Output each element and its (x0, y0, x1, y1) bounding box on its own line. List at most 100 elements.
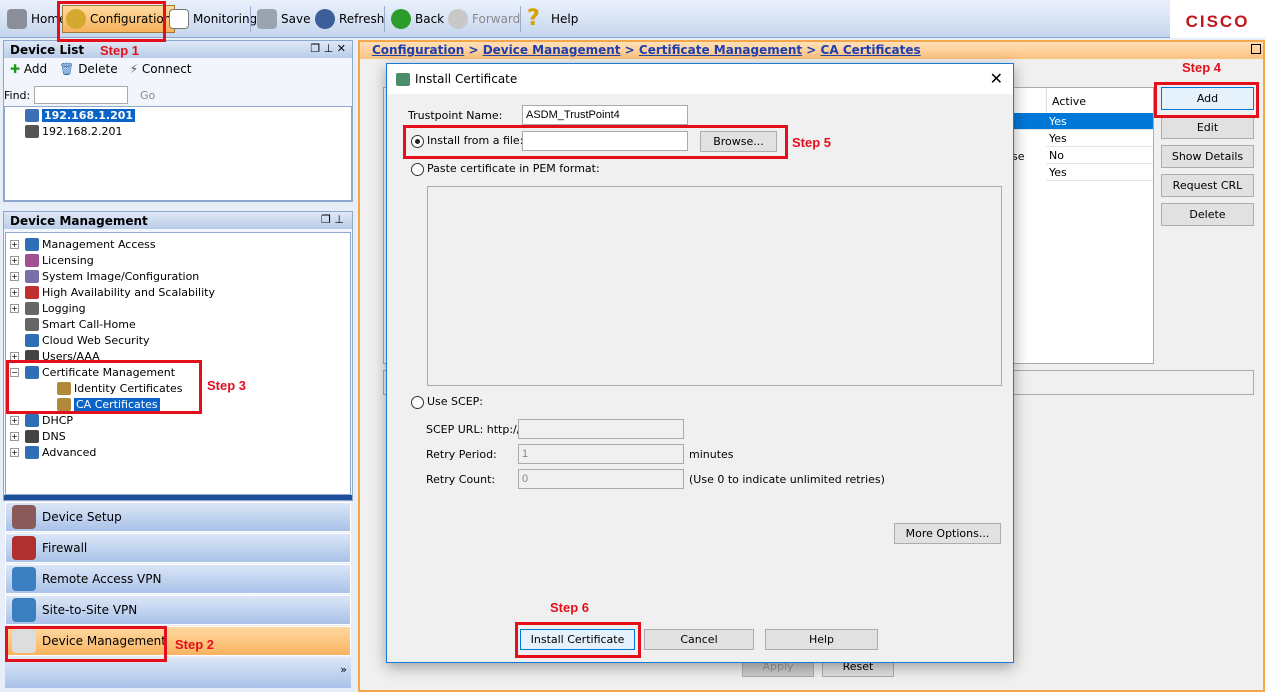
edit-button[interactable]: Edit (1161, 116, 1254, 139)
expand-icon[interactable]: + (10, 287, 19, 297)
breadcrumb-link[interactable]: CA Certificates (821, 43, 921, 57)
tree-node-icon (25, 413, 39, 427)
pem-textarea[interactable] (427, 186, 1002, 386)
nav-icon (12, 598, 36, 622)
tree-item[interactable]: + Licensing (10, 252, 94, 268)
step2-label: Step 2 (175, 637, 215, 652)
nav-icon (12, 536, 36, 560)
more-options-button[interactable]: More Options... (894, 523, 1001, 544)
more-nav-button[interactable]: » (340, 663, 347, 676)
connect-button[interactable]: ⚡ Connect (130, 62, 192, 76)
step3-label: Step 3 (207, 378, 247, 393)
monitoring-button[interactable]: Monitoring (166, 5, 260, 33)
tree-item[interactable]: + DHCP (10, 412, 73, 428)
device-list-header: Device List (4, 41, 352, 58)
help-dialog-button[interactable]: Help (765, 629, 878, 650)
tree-item[interactable]: Cloud Web Security (10, 332, 150, 348)
tree-item[interactable]: + Management Access (10, 236, 156, 252)
breadcrumb-link[interactable]: Configuration (372, 43, 464, 57)
tree-item[interactable]: + Logging (10, 300, 86, 316)
table-row[interactable]: Yes (1046, 130, 1153, 147)
delete-button[interactable]: Delete (1161, 203, 1254, 226)
find-label: Find: (4, 89, 31, 102)
nav-icon (12, 505, 36, 529)
maximize-icon[interactable] (1251, 44, 1261, 54)
radio-icon (411, 162, 424, 176)
tree-item[interactable]: + DNS (10, 428, 66, 444)
expand-icon[interactable]: + (10, 255, 19, 265)
step6-highlight (515, 622, 641, 658)
column-header-active[interactable]: Active (1046, 88, 1153, 113)
panel-controls-icon[interactable]: ❐ ⊥ ✕ (310, 42, 346, 55)
tree-item[interactable]: Smart Call-Home (10, 316, 136, 332)
show-details-button[interactable]: Show Details (1161, 145, 1254, 168)
nav-footer: » (5, 658, 351, 688)
tree-node-icon (25, 429, 39, 443)
breadcrumb: Configuration > Device Management > Cert… (360, 42, 1263, 59)
trustpoint-name-input[interactable] (522, 105, 688, 125)
paste-pem-radio[interactable]: Paste certificate in PEM format: (411, 162, 600, 176)
save-button[interactable]: Save (254, 5, 313, 33)
tree-item[interactable]: + System Image/Configuration (10, 268, 199, 284)
back-arrow-icon (391, 9, 411, 29)
nav-icon (12, 567, 36, 591)
breadcrumb-link[interactable]: Device Management (483, 43, 621, 57)
step4-label: Step 4 (1182, 60, 1222, 75)
help-button[interactable]: ? Help (524, 5, 581, 33)
panel-controls-icon[interactable]: ❐ ⊥ (321, 213, 344, 226)
expand-icon[interactable]: + (10, 239, 19, 249)
request-crl-button[interactable]: Request CRL (1161, 174, 1254, 197)
floppy-disk-icon (257, 9, 277, 29)
table-row[interactable]: Yes (1046, 164, 1153, 181)
step6-label: Step 6 (550, 600, 590, 615)
trustpoint-label: Trustpoint Name: (408, 109, 503, 122)
splitter-handle[interactable] (4, 495, 352, 500)
step5-label: Step 5 (792, 135, 832, 150)
tree-node-icon (25, 301, 39, 315)
device-tree: 192.168.1.201 192.168.2.201 (4, 106, 352, 201)
device-management-panel: Device Management ❐ ⊥ + Management Access… (3, 211, 353, 501)
breadcrumb-link[interactable]: Certificate Management (639, 43, 802, 57)
use-scep-radio[interactable]: Use SCEP: (411, 395, 483, 409)
tree-item[interactable]: + High Availability and Scalability (10, 284, 215, 300)
scep-url-input[interactable] (518, 419, 684, 439)
retry-count-input[interactable] (518, 469, 684, 489)
expand-icon[interactable]: + (10, 415, 19, 425)
expand-icon[interactable]: + (10, 303, 19, 313)
nav-site-to-site-vpn[interactable]: Site-to-Site VPN (5, 595, 351, 625)
go-button[interactable]: Go (140, 89, 155, 102)
retry-count-label: Retry Count: (426, 473, 496, 486)
step5-highlight (403, 125, 788, 159)
expand-icon[interactable]: + (10, 431, 19, 441)
forward-button[interactable]: Forward (445, 5, 523, 33)
monitoring-chart-icon (169, 9, 189, 29)
device-item[interactable]: 192.168.1.201 (25, 107, 136, 123)
radio-icon (411, 395, 424, 409)
device-item[interactable]: 192.168.2.201 (25, 123, 122, 139)
tree-node-icon (25, 269, 39, 283)
tree-item[interactable]: + Advanced (10, 444, 96, 460)
plus-icon: ✚ (10, 62, 21, 76)
table-row[interactable]: No (1046, 147, 1153, 164)
add-device-button[interactable]: ✚ Add (10, 62, 47, 76)
expand-icon[interactable]: + (10, 271, 19, 281)
scep-url-label: SCEP URL: http:// (426, 423, 521, 436)
dialog-title: Install Certificate (415, 72, 518, 86)
nav-firewall[interactable]: Firewall (5, 533, 351, 563)
trash-icon: 🗑 (59, 62, 75, 76)
table-row[interactable]: Yes (1000, 113, 1153, 130)
refresh-button[interactable]: Refresh (312, 5, 387, 33)
find-input[interactable] (34, 86, 128, 104)
device-management-header: Device Management (4, 212, 352, 229)
close-icon[interactable]: ✕ (990, 69, 1003, 88)
cisco-logo: CISCO (1170, 0, 1265, 38)
expand-icon[interactable]: + (10, 447, 19, 457)
nav-device-setup[interactable]: Device Setup (5, 502, 351, 532)
retry-period-input[interactable] (518, 444, 684, 464)
question-mark-icon: ? (527, 6, 540, 31)
back-button[interactable]: Back (388, 5, 447, 33)
cancel-button[interactable]: Cancel (644, 629, 754, 650)
nav-remote-access-vpn[interactable]: Remote Access VPN (5, 564, 351, 594)
tree-node-icon (25, 445, 39, 459)
delete-device-button[interactable]: 🗑 Delete (59, 62, 118, 76)
